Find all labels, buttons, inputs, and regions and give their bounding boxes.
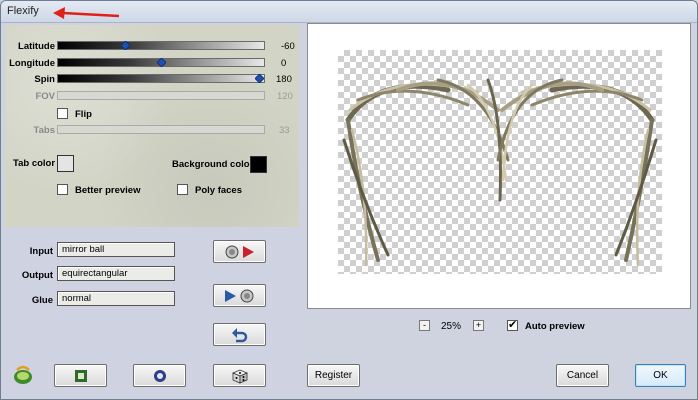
dice-icon xyxy=(231,369,248,384)
square-button[interactable] xyxy=(54,364,107,387)
spin-slider[interactable] xyxy=(57,74,265,83)
fov-value: 120 xyxy=(277,91,293,102)
swap-arrow-right-icon xyxy=(225,245,254,258)
zoom-value: 25% xyxy=(441,321,462,332)
background-color-swatch[interactable] xyxy=(250,156,267,173)
square-icon xyxy=(74,369,87,382)
glue-label: Glue xyxy=(31,295,53,306)
flexify-logo-icon xyxy=(14,365,32,384)
swap-arrow-left-icon xyxy=(224,289,253,302)
output-select[interactable]: equirectangular xyxy=(57,266,175,281)
auto-preview-checkbox[interactable] xyxy=(507,318,518,331)
preview-image xyxy=(342,78,658,267)
background-color-label: Background color xyxy=(172,159,254,170)
input-select[interactable]: mirror ball xyxy=(57,242,175,257)
tabs-slider[interactable] xyxy=(57,125,265,134)
convert-output-button[interactable] xyxy=(213,240,266,263)
longitude-label: Longitude xyxy=(9,58,55,69)
undo-button[interactable] xyxy=(213,323,266,346)
zoom-out-button[interactable]: - xyxy=(419,320,430,331)
preview-area[interactable] xyxy=(307,23,691,309)
spin-thumb[interactable] xyxy=(255,74,264,83)
convert-input-button[interactable] xyxy=(213,284,266,307)
spin-label: Spin xyxy=(34,74,55,85)
undo-icon xyxy=(231,327,247,342)
fov-slider[interactable] xyxy=(57,91,265,100)
circle-button[interactable] xyxy=(133,364,186,387)
output-label: Output xyxy=(21,270,53,281)
tabs-value: 33 xyxy=(279,125,290,136)
flip-checkbox[interactable] xyxy=(57,108,68,119)
poly-faces-checkbox[interactable] xyxy=(177,184,188,195)
fov-label: FOV xyxy=(35,91,55,102)
window-title: Flexify xyxy=(7,5,39,17)
title-bar: Flexify xyxy=(1,1,697,23)
tab-color-swatch[interactable] xyxy=(57,155,74,172)
spin-value: 180 xyxy=(276,74,292,85)
auto-preview-label: Auto preview xyxy=(525,321,585,332)
circle-icon xyxy=(153,369,166,382)
latitude-label: Latitude xyxy=(18,41,55,52)
ok-button[interactable]: OK xyxy=(635,364,686,387)
register-button[interactable]: Register xyxy=(307,364,360,387)
zoom-in-button[interactable]: + xyxy=(473,320,484,331)
randomize-button[interactable] xyxy=(213,364,266,387)
latitude-thumb[interactable] xyxy=(121,41,131,50)
longitude-slider[interactable] xyxy=(57,58,265,67)
tab-color-label: Tab color xyxy=(13,158,56,169)
flip-label: Flip xyxy=(75,109,92,120)
flexify-dialog: Flexify Latitude -60 Longitude 0 Spin 18… xyxy=(0,0,698,400)
better-preview-checkbox[interactable] xyxy=(57,184,68,195)
poly-faces-label: Poly faces xyxy=(195,185,242,196)
tabs-label: Tabs xyxy=(33,125,55,136)
latitude-value: -60 xyxy=(281,41,295,52)
longitude-thumb[interactable] xyxy=(156,58,166,67)
red-arrow-annotation-icon xyxy=(53,7,120,19)
input-label: Input xyxy=(29,246,53,257)
longitude-value: 0 xyxy=(281,58,287,69)
cancel-button[interactable]: Cancel xyxy=(556,364,609,387)
better-preview-label: Better preview xyxy=(75,185,141,196)
glue-select[interactable]: normal xyxy=(57,291,175,306)
latitude-slider[interactable] xyxy=(57,41,265,50)
